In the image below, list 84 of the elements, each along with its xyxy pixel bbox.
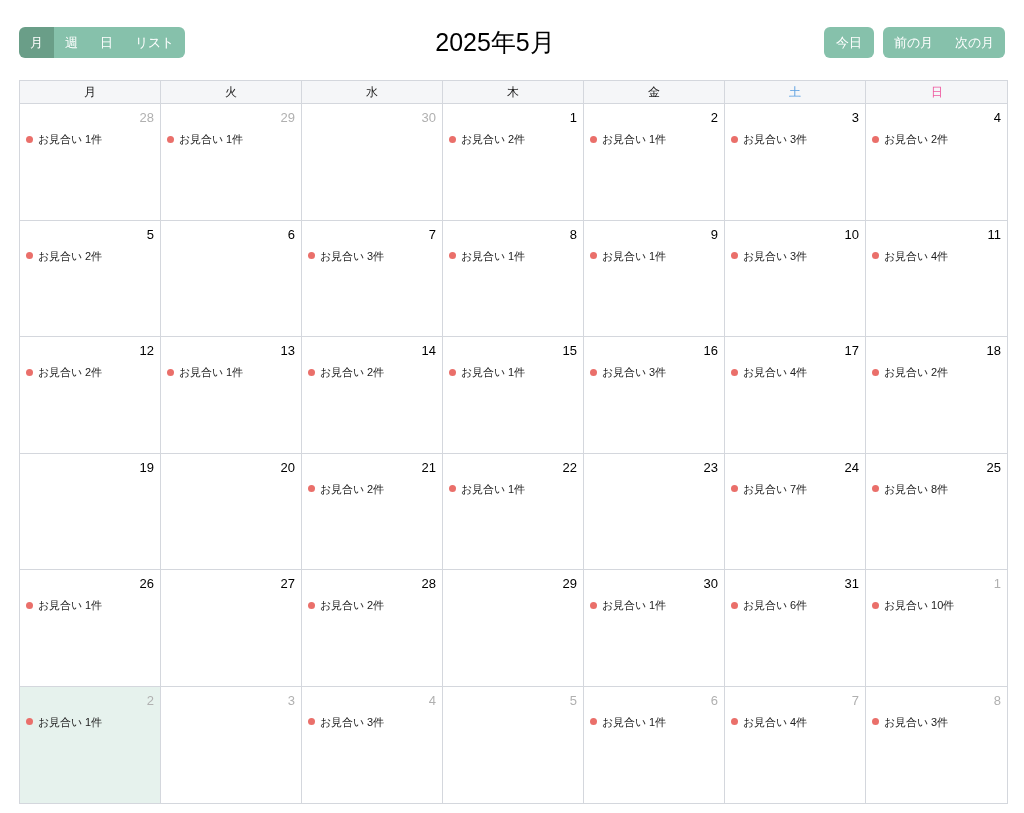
- event-label[interactable]: お見合い 1件: [602, 131, 667, 148]
- event-label[interactable]: お見合い 2件: [38, 247, 103, 264]
- day-number: 22: [562, 459, 577, 476]
- day-number: 9: [710, 226, 718, 243]
- day-number: 7: [851, 692, 859, 709]
- event-label[interactable]: お見合い 2件: [884, 131, 949, 148]
- event-label[interactable]: お見合い 10件: [884, 597, 955, 614]
- day-number: 29: [280, 110, 295, 126]
- day-number: 28: [421, 576, 436, 592]
- event-label[interactable]: お見合い 8件: [884, 480, 949, 497]
- event-label[interactable]: お見合い 4件: [743, 713, 808, 730]
- weekday-header: 金: [648, 84, 660, 101]
- day-number: 31: [844, 576, 859, 592]
- day-number: 23: [703, 459, 718, 476]
- event-label[interactable]: お見合い 3件: [320, 713, 385, 730]
- event-label[interactable]: お見合い 2件: [320, 480, 385, 497]
- event-label[interactable]: お見合い 2件: [38, 364, 103, 381]
- day-number: 4: [428, 692, 436, 709]
- day-number: 24: [844, 459, 859, 476]
- weekday-header: 日: [930, 84, 943, 101]
- event-label[interactable]: お見合い 1件: [38, 597, 103, 614]
- day-number: 6: [287, 226, 295, 243]
- day-number: 29: [562, 576, 577, 592]
- day-number: 11: [987, 226, 1001, 243]
- day-number: 8: [993, 692, 1001, 709]
- day-number: 2: [146, 692, 154, 709]
- day-number: 17: [844, 343, 859, 359]
- event-label[interactable]: お見合い 2件: [884, 364, 949, 381]
- day-number: 3: [287, 692, 295, 709]
- day-number: 25: [986, 459, 1001, 476]
- event-label[interactable]: お見合い 2件: [461, 131, 526, 148]
- event-label[interactable]: お見合い 1件: [602, 247, 667, 264]
- event-label[interactable]: お見合い 1件: [38, 713, 103, 730]
- day-number: 26: [139, 576, 154, 592]
- day-number: 5: [146, 226, 154, 243]
- day-number: 15: [562, 343, 577, 359]
- event-label[interactable]: お見合い 7件: [743, 480, 808, 497]
- day-number: 1: [993, 576, 1001, 592]
- event-label[interactable]: お見合い 1件: [461, 480, 526, 497]
- event-label[interactable]: お見合い 1件: [179, 131, 244, 148]
- event-label[interactable]: お見合い 1件: [602, 597, 667, 614]
- day-number: 27: [280, 576, 295, 592]
- weekday-header: 木: [507, 84, 519, 101]
- day-number: 5: [569, 692, 577, 709]
- event-label[interactable]: お見合い 2件: [320, 364, 385, 381]
- day-cell[interactable]: 2 お見合い 1件: [20, 686, 161, 803]
- day-number: 10: [844, 226, 859, 243]
- day-number: 6: [710, 692, 718, 709]
- event-label[interactable]: お見合い 1件: [179, 364, 244, 381]
- event-label[interactable]: お見合い 1件: [38, 131, 103, 148]
- event-label[interactable]: お見合い 2件: [320, 597, 385, 614]
- day-number: 19: [139, 459, 154, 476]
- day-number: 28: [139, 110, 154, 126]
- event-label[interactable]: お見合い 3件: [884, 713, 949, 730]
- weekday-header: 火: [225, 84, 237, 101]
- weekday-header: 水: [366, 84, 378, 101]
- day-number: 12: [139, 343, 154, 359]
- day-number: 18: [986, 343, 1001, 359]
- event-label[interactable]: お見合い 3件: [743, 247, 808, 264]
- day-number: 30: [703, 576, 718, 592]
- event-label[interactable]: お見合い 4件: [743, 364, 808, 381]
- day-number: 3: [851, 110, 859, 126]
- weekday-header: 月: [84, 84, 96, 101]
- weekday-header: 土: [789, 84, 801, 101]
- day-number: 21: [421, 459, 436, 476]
- day-number: 2: [710, 110, 718, 126]
- event-label[interactable]: お見合い 1件: [602, 713, 667, 730]
- event-label[interactable]: お見合い 3件: [320, 247, 385, 264]
- event-label[interactable]: お見合い 3件: [602, 364, 667, 381]
- event-label[interactable]: お見合い 1件: [461, 247, 526, 264]
- day-number: 14: [421, 343, 436, 359]
- day-number: 1: [569, 110, 577, 126]
- day-number: 4: [993, 110, 1001, 126]
- event-label[interactable]: お見合い 3件: [743, 131, 808, 148]
- day-number: 20: [280, 459, 295, 476]
- event-label[interactable]: お見合い 4件: [884, 247, 949, 264]
- calendar-title: 2025年5月: [435, 26, 555, 58]
- day-number: 16: [703, 343, 718, 359]
- day-number: 13: [280, 343, 295, 359]
- day-number: 8: [569, 226, 577, 243]
- day-number: 7: [428, 226, 436, 243]
- day-number: 30: [421, 110, 436, 126]
- event-label[interactable]: お見合い 1件: [461, 364, 526, 381]
- event-label[interactable]: お見合い 6件: [743, 597, 808, 614]
